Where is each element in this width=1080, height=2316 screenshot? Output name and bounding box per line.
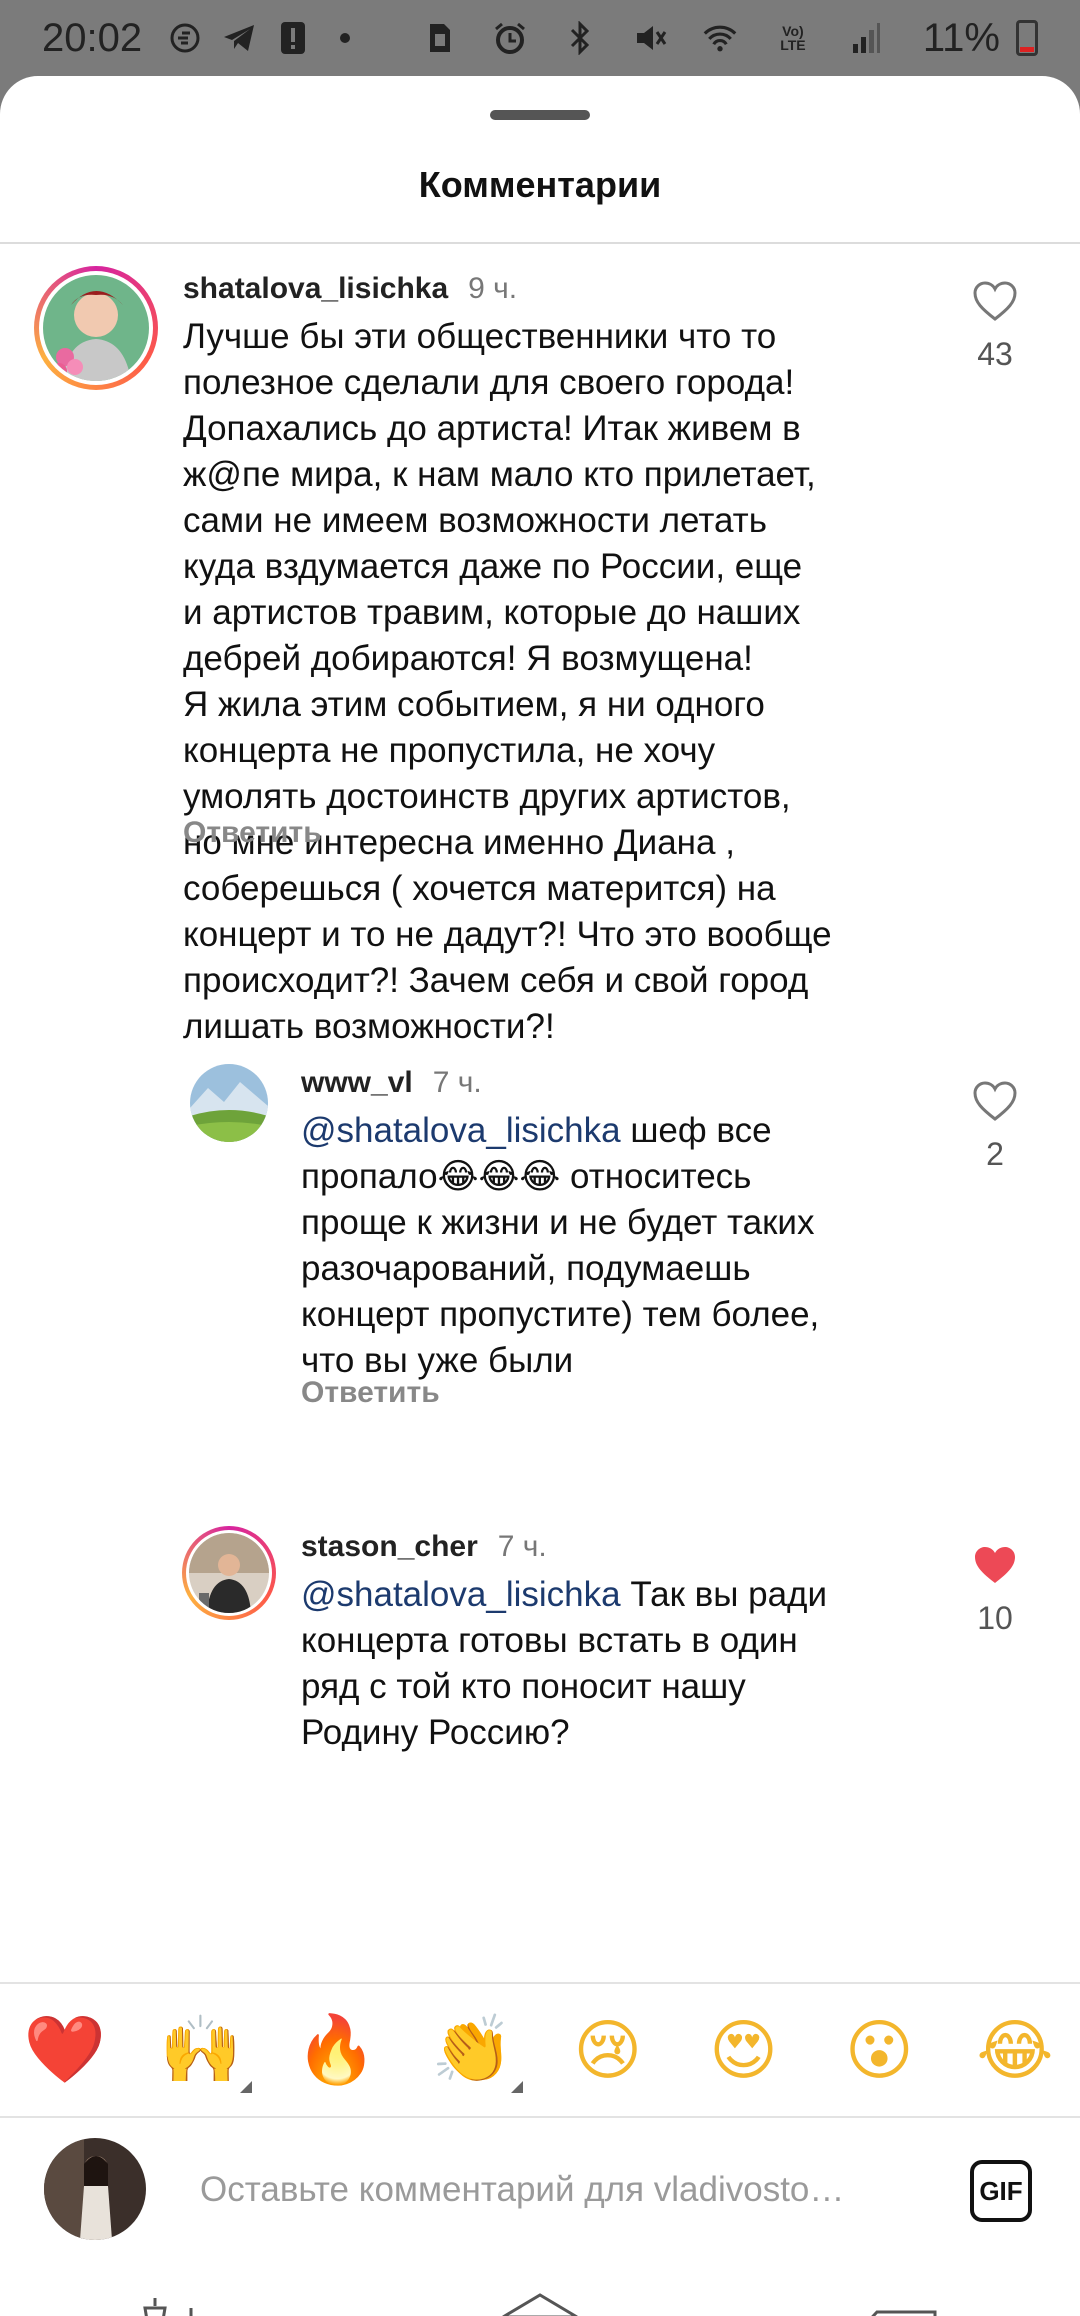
comment-time: 9 ч.	[468, 272, 518, 305]
nav-home[interactable]	[480, 2279, 600, 2316]
like-count: 43	[977, 336, 1013, 372]
avatar[interactable]	[190, 1064, 268, 1142]
nav-recents[interactable]	[120, 2279, 240, 2316]
sim-icon	[423, 21, 457, 55]
reply-button[interactable]: Ответить	[183, 816, 322, 850]
like-count: 2	[986, 1136, 1004, 1172]
comment-username[interactable]: stason_cher	[301, 1530, 478, 1564]
comment-composer: GIF	[0, 2120, 1080, 2260]
emoji-crying[interactable]: 😢	[565, 2007, 651, 2093]
comment-time: 7 ч.	[432, 1066, 482, 1099]
emoji-surprised[interactable]: 😮	[836, 2007, 922, 2093]
signal-icon	[849, 21, 883, 55]
avatar[interactable]	[182, 1526, 276, 1620]
mute-icon	[633, 21, 667, 55]
gif-button[interactable]: GIF	[970, 2160, 1032, 2222]
emoji-laughing[interactable]: 😂	[972, 2007, 1058, 2093]
emoji-raised-hands[interactable]: 🙌	[158, 2007, 252, 2093]
sheet-grabber[interactable]	[490, 110, 590, 120]
telegram-icon	[222, 21, 256, 55]
house-icon	[502, 2293, 578, 2316]
status-time: 20:02	[42, 15, 143, 60]
heart-outline-icon	[973, 1081, 1017, 1121]
comment-username[interactable]: shatalova_lisichka	[183, 272, 448, 306]
like-button[interactable]: 10	[955, 1544, 1035, 1637]
heart-outline-icon	[973, 281, 1017, 321]
heart-filled-icon	[975, 1547, 1015, 1583]
comment-time: 7 ч.	[497, 1530, 547, 1563]
speed-icon	[168, 21, 202, 55]
comment-meta: www_vl 7 ч.	[301, 1066, 482, 1100]
emoji-quick-bar: ❤️ 🙌 🔥 👏 😢 😍 😮 😂	[0, 1982, 1080, 2118]
emoji-heart[interactable]: ❤️	[22, 2007, 108, 2093]
reply-button[interactable]: Ответить	[301, 1376, 440, 1410]
avatar[interactable]	[34, 266, 158, 390]
battery-percent: 11%	[922, 15, 1000, 60]
mention-link[interactable]: @shatalova_lisichka	[301, 1111, 621, 1150]
comments-sheet: Комментарии shatalova_lisichka 9 ч. Лучш…	[0, 76, 1080, 2316]
comment-username[interactable]: www_vl	[301, 1066, 413, 1100]
back-sign-icon	[871, 2310, 937, 2316]
like-button[interactable]: 2	[955, 1080, 1035, 1173]
status-bar: 20:02 Vo) LTE 11%	[0, 0, 1080, 76]
wifi-icon	[703, 21, 737, 55]
comment-body: шеф все пропало😂😂😂 относитесь проще к жи…	[301, 1111, 820, 1380]
bluetooth-icon	[563, 21, 597, 55]
sheet-title: Комментарии	[418, 164, 662, 205]
comments-list[interactable]: shatalova_lisichka 9 ч. Лучше бы эти общ…	[0, 244, 1080, 1980]
comment-meta: stason_cher 7 ч.	[301, 1530, 547, 1564]
alarm-icon	[493, 21, 527, 55]
comment-text: @shatalova_lisichka Так вы ради концерта…	[301, 1572, 941, 1756]
comment-text: Лучше бы эти общественники что то полезн…	[183, 317, 832, 1046]
nav-back[interactable]	[840, 2279, 960, 2316]
emoji-clapping[interactable]: 👏	[429, 2007, 524, 2093]
bottom-nav	[0, 2266, 1080, 2316]
volte-icon: Vo) LTE	[780, 23, 806, 53]
comment-text: @shatalova_lisichka шеф все пропало😂😂😂 о…	[301, 1108, 941, 1384]
comment-meta: shatalova_lisichka 9 ч.	[183, 272, 517, 306]
lamps-icon	[143, 2298, 193, 2316]
like-button[interactable]: 43	[955, 280, 1035, 373]
emoji-heart-eyes[interactable]: 😍	[701, 2007, 787, 2093]
emoji-fire[interactable]: 🔥	[293, 2007, 379, 2093]
comment-input[interactable]	[200, 2160, 930, 2220]
battery-icon	[1016, 20, 1038, 56]
like-count: 10	[977, 1600, 1013, 1636]
alert-icon	[276, 21, 310, 55]
dot-icon	[340, 33, 351, 43]
avatar	[44, 2138, 146, 2240]
mention-link[interactable]: @shatalova_lisichka	[301, 1575, 621, 1614]
